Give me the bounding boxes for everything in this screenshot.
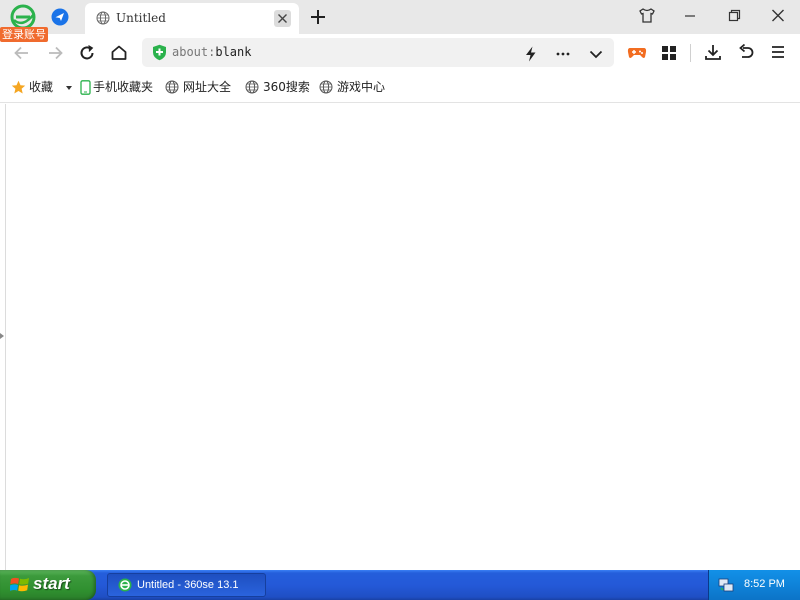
windows-flag-icon <box>10 576 30 594</box>
login-badge[interactable]: 登录账号 <box>0 27 48 42</box>
url-scheme: about: <box>172 45 216 59</box>
forward-button[interactable] <box>45 43 65 63</box>
home-button[interactable] <box>109 43 129 63</box>
taskbar: start Untitled - 360se 13.1 8:52 PM <box>0 570 800 600</box>
start-label: start <box>33 574 70 593</box>
system-tray: 8:52 PM <box>708 570 800 600</box>
tab-title: Untitled <box>116 11 166 25</box>
download-icon[interactable] <box>704 43 722 61</box>
globe-icon <box>96 11 110 25</box>
back-button[interactable] <box>12 43 32 63</box>
favorites-button[interactable]: 收藏 <box>11 79 81 96</box>
navigation-bar: about:blank <box>0 34 800 71</box>
green-shield-icon[interactable] <box>152 44 167 61</box>
network-icon[interactable] <box>718 577 734 593</box>
bookmark-label: 网址大全 <box>183 80 232 94</box>
favorites-label: 收藏 <box>29 80 54 94</box>
tab-strip: 登录账号 Untitled <box>0 0 800 42</box>
chevron-down-icon[interactable] <box>587 45 605 63</box>
address-bar[interactable]: about:blank <box>142 38 614 67</box>
globe-icon <box>245 80 259 94</box>
more-options-icon[interactable] <box>554 45 572 63</box>
phone-icon <box>80 80 91 95</box>
tab-close-button[interactable] <box>274 10 291 27</box>
tab-untitled[interactable]: Untitled <box>85 3 299 34</box>
360se-logo-icon <box>118 578 132 592</box>
bookmark-url-directory[interactable]: 网址大全 <box>165 79 237 96</box>
taskbar-window-button[interactable]: Untitled - 360se 13.1 <box>107 573 266 597</box>
globe-icon <box>165 80 179 94</box>
bookmark-360-search[interactable]: 360搜索 <box>245 79 311 96</box>
lightning-icon[interactable] <box>522 45 540 63</box>
taskbar-window-label: Untitled - 360se 13.1 <box>137 579 239 591</box>
close-window-button[interactable] <box>767 6 789 26</box>
game-controller-icon[interactable] <box>627 43 647 61</box>
new-tab-button[interactable] <box>309 8 327 26</box>
globe-icon <box>319 80 333 94</box>
skin-shirt-icon[interactable] <box>636 6 658 26</box>
minimize-button[interactable] <box>679 6 701 26</box>
bookmark-label: 360搜索 <box>263 80 310 94</box>
sidebar-divider <box>5 104 6 570</box>
apps-grid-icon[interactable] <box>660 44 678 62</box>
bookmarks-bar: 收藏 手机收藏夹 网址大全 360搜索 游戏中心 <box>0 71 800 103</box>
bookmark-game-center[interactable]: 游戏中心 <box>319 79 391 96</box>
star-icon <box>11 80 26 95</box>
undo-icon[interactable] <box>737 43 755 61</box>
menu-icon[interactable] <box>769 43 787 61</box>
url-text[interactable]: about:blank <box>172 45 251 59</box>
start-button[interactable]: start <box>0 570 96 600</box>
dropdown-caret-icon[interactable] <box>66 86 72 90</box>
reload-button[interactable] <box>77 43 97 63</box>
page-content[interactable] <box>0 104 800 570</box>
bookmark-label: 手机收藏夹 <box>93 80 154 94</box>
paper-plane-icon[interactable] <box>51 8 69 26</box>
bookmark-mobile-favorites[interactable]: 手机收藏夹 <box>80 79 158 96</box>
restore-button[interactable] <box>723 6 745 26</box>
clock: 8:52 PM <box>744 578 785 590</box>
url-path: blank <box>215 45 252 59</box>
toolbar-divider <box>690 44 691 62</box>
bookmark-label: 游戏中心 <box>337 80 386 94</box>
sidebar-toggle-arrow-icon[interactable] <box>0 333 4 339</box>
